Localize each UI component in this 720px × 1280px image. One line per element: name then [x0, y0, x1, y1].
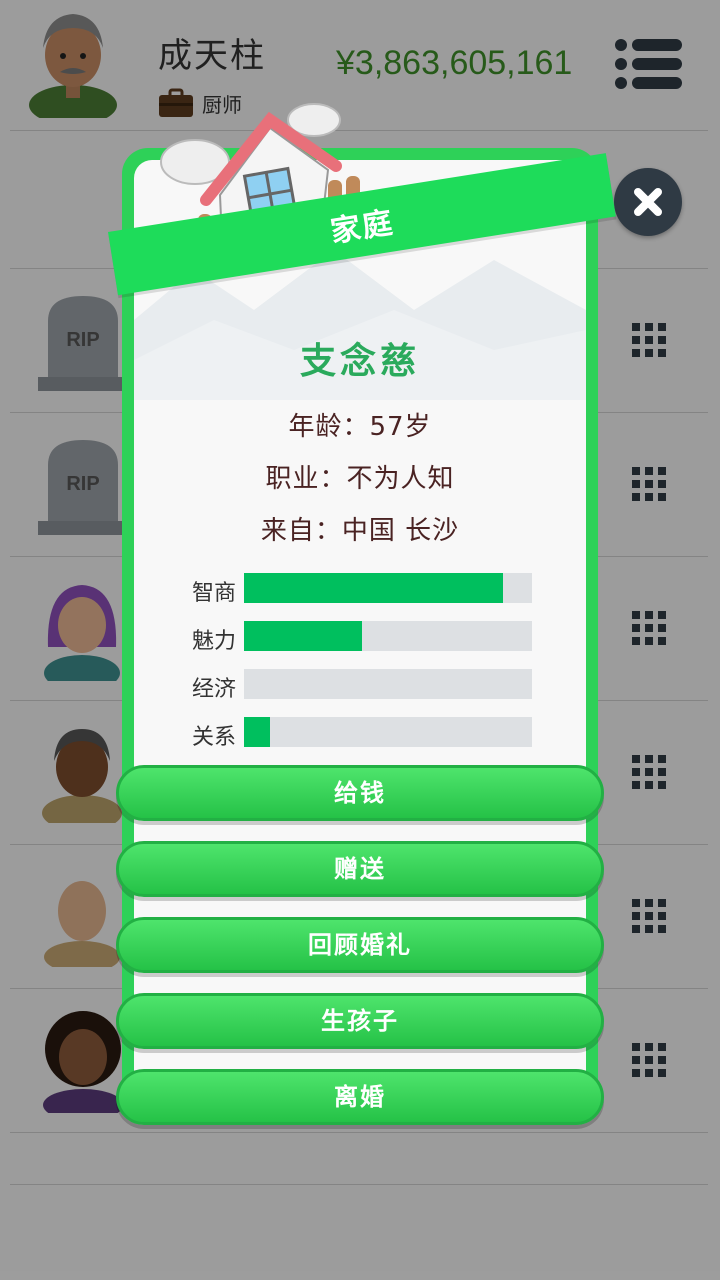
stat-label: 智商 — [191, 581, 236, 606]
spouse-occupation: 职业：不为人知 — [265, 464, 455, 494]
stat-fill — [244, 621, 363, 651]
stat-label: 魅力 — [191, 629, 236, 654]
close-icon — [634, 188, 662, 216]
stat-fill — [244, 573, 504, 603]
stat-iq: 智商 — [180, 573, 540, 606]
have-child-button[interactable]: 生孩子 — [116, 993, 604, 1049]
divorce-button[interactable]: 离婚 — [116, 1069, 604, 1125]
spouse-name: 支念慈 — [299, 341, 420, 382]
stat-track — [244, 573, 532, 603]
stat-track — [244, 621, 532, 651]
give-gift-button[interactable]: 赠送 — [116, 841, 604, 897]
stat-track — [244, 717, 532, 747]
stat-charm: 魅力 — [180, 621, 540, 654]
review-wedding-button[interactable]: 回顾婚礼 — [116, 917, 604, 973]
stat-label: 经济 — [191, 677, 236, 702]
spouse-age: 年龄：57岁 — [288, 412, 432, 442]
stat-fill — [244, 717, 270, 747]
stat-track — [244, 669, 532, 699]
stat-label: 关系 — [191, 725, 236, 750]
give-money-button[interactable]: 给钱 — [116, 765, 604, 821]
stat-relationship: 关系 — [180, 717, 540, 750]
close-button[interactable] — [614, 168, 682, 236]
stat-economy: 经济 — [180, 669, 540, 702]
spouse-origin: 来自：中国 长沙 — [260, 516, 460, 546]
